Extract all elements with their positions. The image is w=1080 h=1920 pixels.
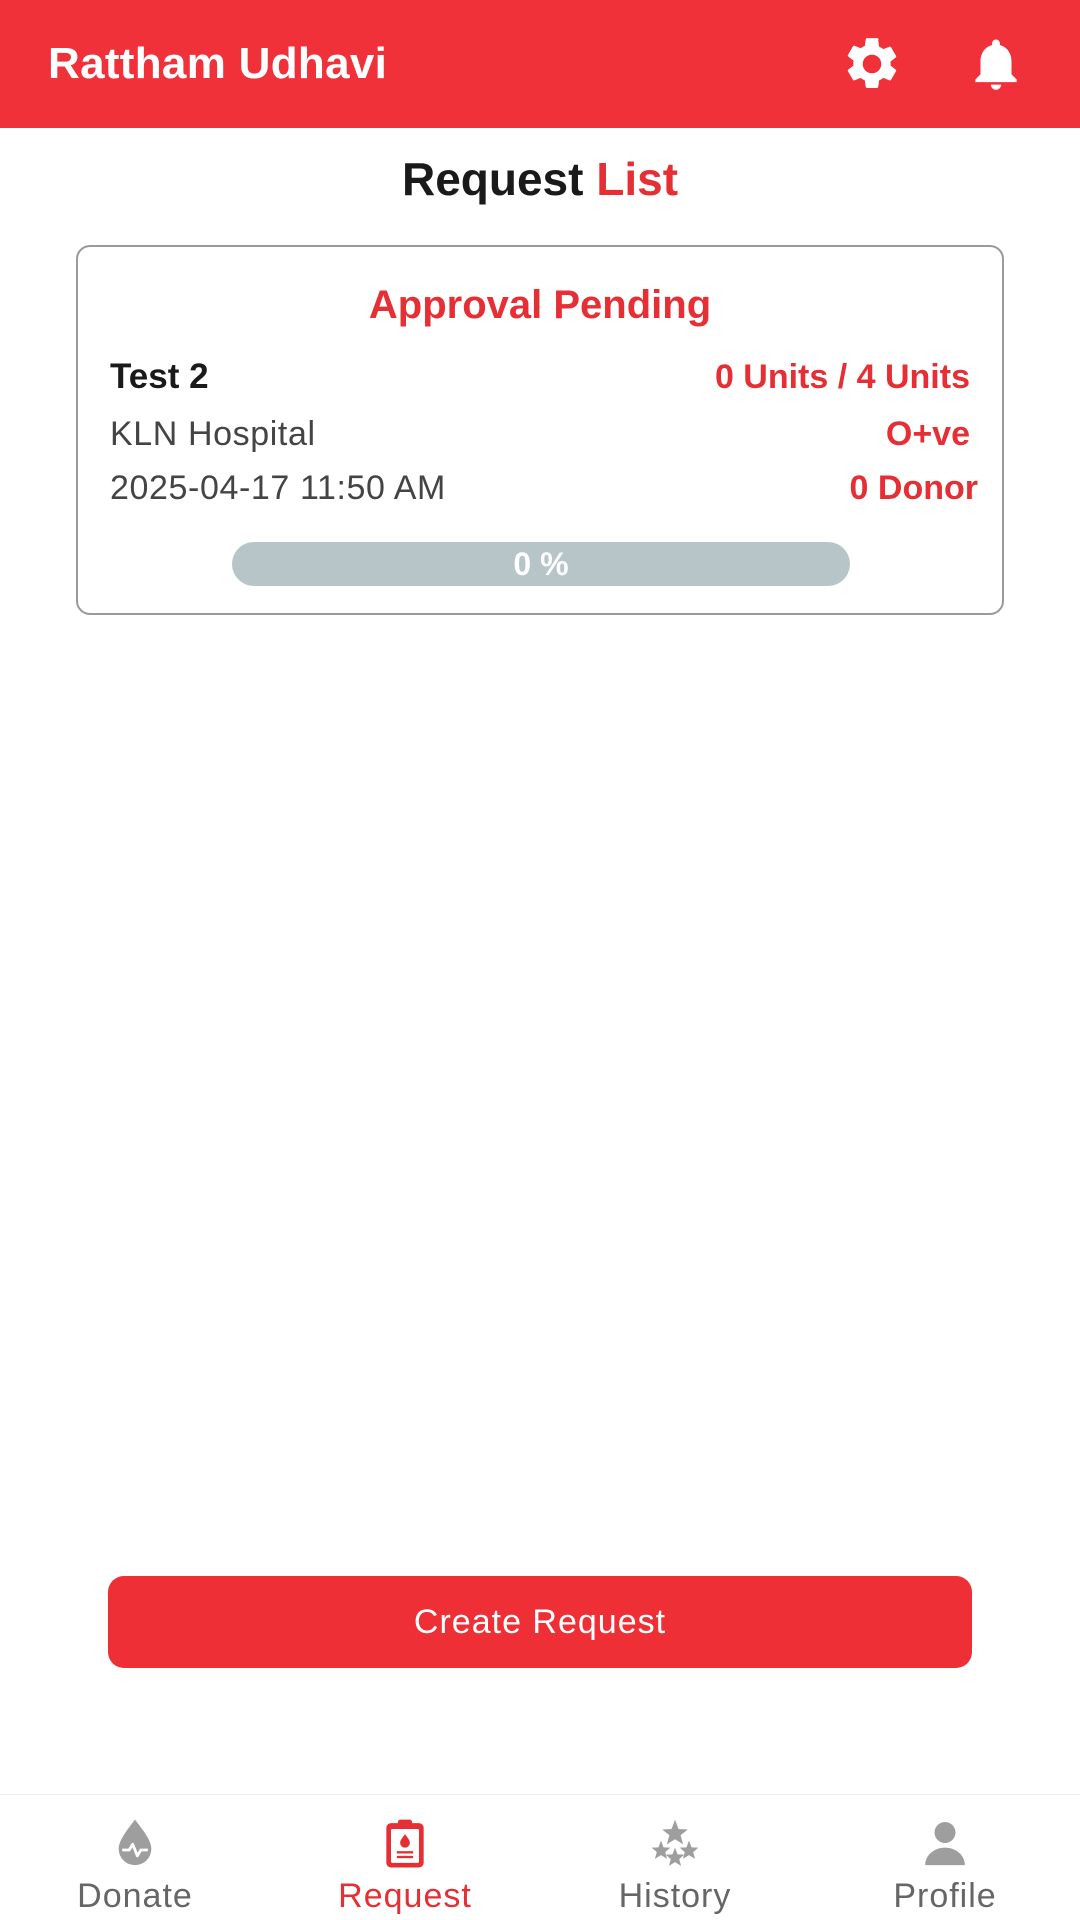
app-header: Rattham Udhavi (0, 0, 1080, 128)
request-row-name: Test 2 0 Units / 4 Units (110, 357, 970, 397)
request-card[interactable]: Approval Pending Test 2 0 Units / 4 Unit… (76, 245, 1004, 615)
nav-item-history[interactable]: History (540, 1795, 810, 1920)
request-blood-group: O+ve (885, 415, 970, 453)
request-progress-bar: 0 % (232, 542, 850, 586)
app-title: Rattham Udhavi (48, 39, 388, 88)
progress-label: 0 % (513, 545, 569, 582)
notifications-button[interactable] (964, 32, 1028, 96)
nav-item-profile[interactable]: Profile (810, 1795, 1080, 1920)
page-title: Request List (0, 152, 1080, 206)
nav-label-history: History (618, 1877, 732, 1915)
gear-icon (847, 38, 897, 88)
stars-icon (651, 1819, 699, 1866)
nav-label-profile: Profile (893, 1877, 997, 1915)
nav-label-request: Request (338, 1877, 472, 1915)
request-row-datetime: 2025-04-17 11:50 AM 0 Donor (110, 469, 978, 508)
bell-icon (975, 39, 1017, 90)
page-title-part2: List (596, 153, 679, 205)
request-row-hospital: KLN Hospital O+ve (110, 415, 970, 454)
page-title-part1: Request (401, 153, 584, 205)
clipboard-icon (386, 1819, 424, 1868)
request-units: 0 Units / 4 Units (714, 358, 970, 396)
request-status: Approval Pending (368, 283, 712, 327)
request-datetime: 2025-04-17 11:50 AM (110, 469, 446, 507)
request-hospital: KLN Hospital (110, 415, 316, 453)
create-request-button[interactable]: Create Request (108, 1576, 972, 1668)
blood-drop-icon (118, 1819, 152, 1866)
request-name: Test 2 (110, 357, 209, 396)
bottom-nav: Donate Request History Profile (0, 1794, 1080, 1920)
user-icon (925, 1822, 965, 1866)
header-actions (840, 32, 1032, 96)
nav-item-donate[interactable]: Donate (0, 1795, 270, 1920)
nav-item-request[interactable]: Request (270, 1795, 540, 1920)
nav-label-donate: Donate (77, 1877, 193, 1915)
settings-button[interactable] (840, 32, 904, 96)
app-root: Rattham Udhavi Request List Approval Pen… (0, 0, 1080, 1920)
request-donors: 0 Donor (849, 469, 978, 507)
